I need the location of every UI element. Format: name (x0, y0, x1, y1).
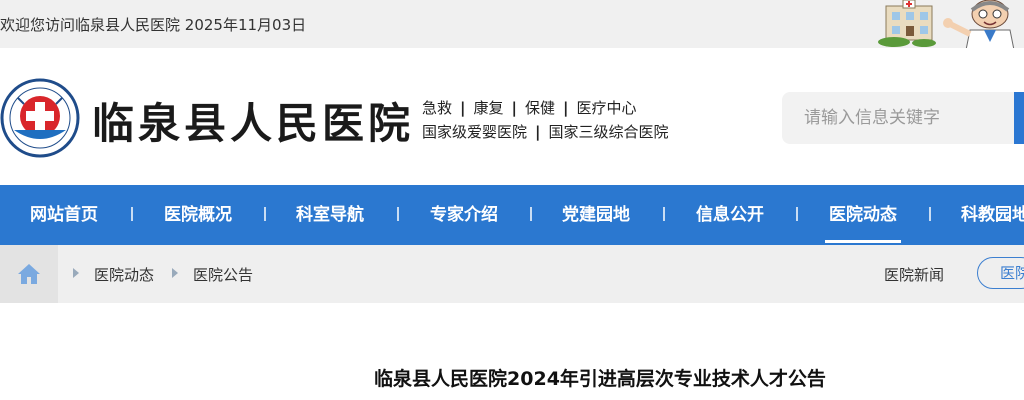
subnav-news-link[interactable]: 医院新闻 (884, 264, 944, 285)
nav-divider (663, 207, 665, 221)
breadcrumb-bar: 医院动态 医院公告 医院新闻 医院公告 (0, 245, 1024, 303)
home-icon (18, 264, 40, 284)
hospital-logo[interactable] (0, 78, 80, 158)
breadcrumb-arrow-icon (172, 268, 178, 278)
slogan-line-2: 国家级爱婴医院 | 国家三级综合医院 (422, 121, 669, 142)
article-title: 临泉县人民医院2024年引进高层次专业技术人才公告 (374, 368, 826, 390)
slogan-separator: | (535, 123, 541, 141)
slogan-item: 保健 (525, 99, 556, 117)
slogan-separator: | (460, 99, 466, 117)
slogan-item: 国家级爱婴医院 (422, 123, 528, 141)
nav-home[interactable]: 网站首页 (30, 185, 98, 245)
nav-divider (796, 207, 798, 221)
nav-divider (530, 207, 532, 221)
search-button[interactable] (1014, 92, 1024, 144)
nav-education[interactable]: 科教园地 (961, 185, 1024, 245)
slogan-separator: | (563, 99, 569, 117)
nav-divider (397, 207, 399, 221)
slogan-line-1: 急救 | 康复 | 保健 | 医疗中心 (422, 97, 637, 118)
nav-divider (131, 207, 133, 221)
slogan-item: 康复 (473, 99, 504, 117)
slogan-item: 医疗中心 (576, 99, 637, 117)
nav-experts[interactable]: 专家介绍 (430, 185, 498, 245)
nav-divider (264, 207, 266, 221)
slogan-item: 急救 (422, 99, 453, 117)
search-input[interactable] (782, 92, 1014, 144)
main-nav: 网站首页 医院概况 科室导航 专家介绍 党建园地 信息公开 医院动态 科教园地 (0, 185, 1024, 245)
nav-divider (929, 207, 931, 221)
nav-departments[interactable]: 科室导航 (296, 185, 364, 245)
top-welcome-bar: 欢迎您访问临泉县人民医院 2025年11月03日 (0, 0, 1024, 48)
breadcrumb-item[interactable]: 医院动态 (94, 264, 154, 285)
site-name-calligraphy: 临泉县人民医院 (92, 99, 415, 148)
welcome-text: 欢迎您访问临泉县人民医院 2025年11月03日 (0, 16, 307, 34)
nav-news-active[interactable]: 医院动态 (825, 185, 901, 245)
nav-party[interactable]: 党建园地 (562, 185, 630, 245)
nav-info-public[interactable]: 信息公开 (696, 185, 764, 245)
nav-about[interactable]: 医院概况 (164, 185, 232, 245)
slogan-item: 国家三级综合医院 (548, 123, 669, 141)
breadcrumb-item-current: 医院公告 (193, 266, 254, 284)
subnav-notice-button[interactable]: 医院公告 (977, 257, 1024, 289)
breadcrumb-arrow-icon (73, 268, 79, 278)
home-button[interactable] (0, 245, 58, 303)
slogan-separator: | (511, 99, 517, 117)
